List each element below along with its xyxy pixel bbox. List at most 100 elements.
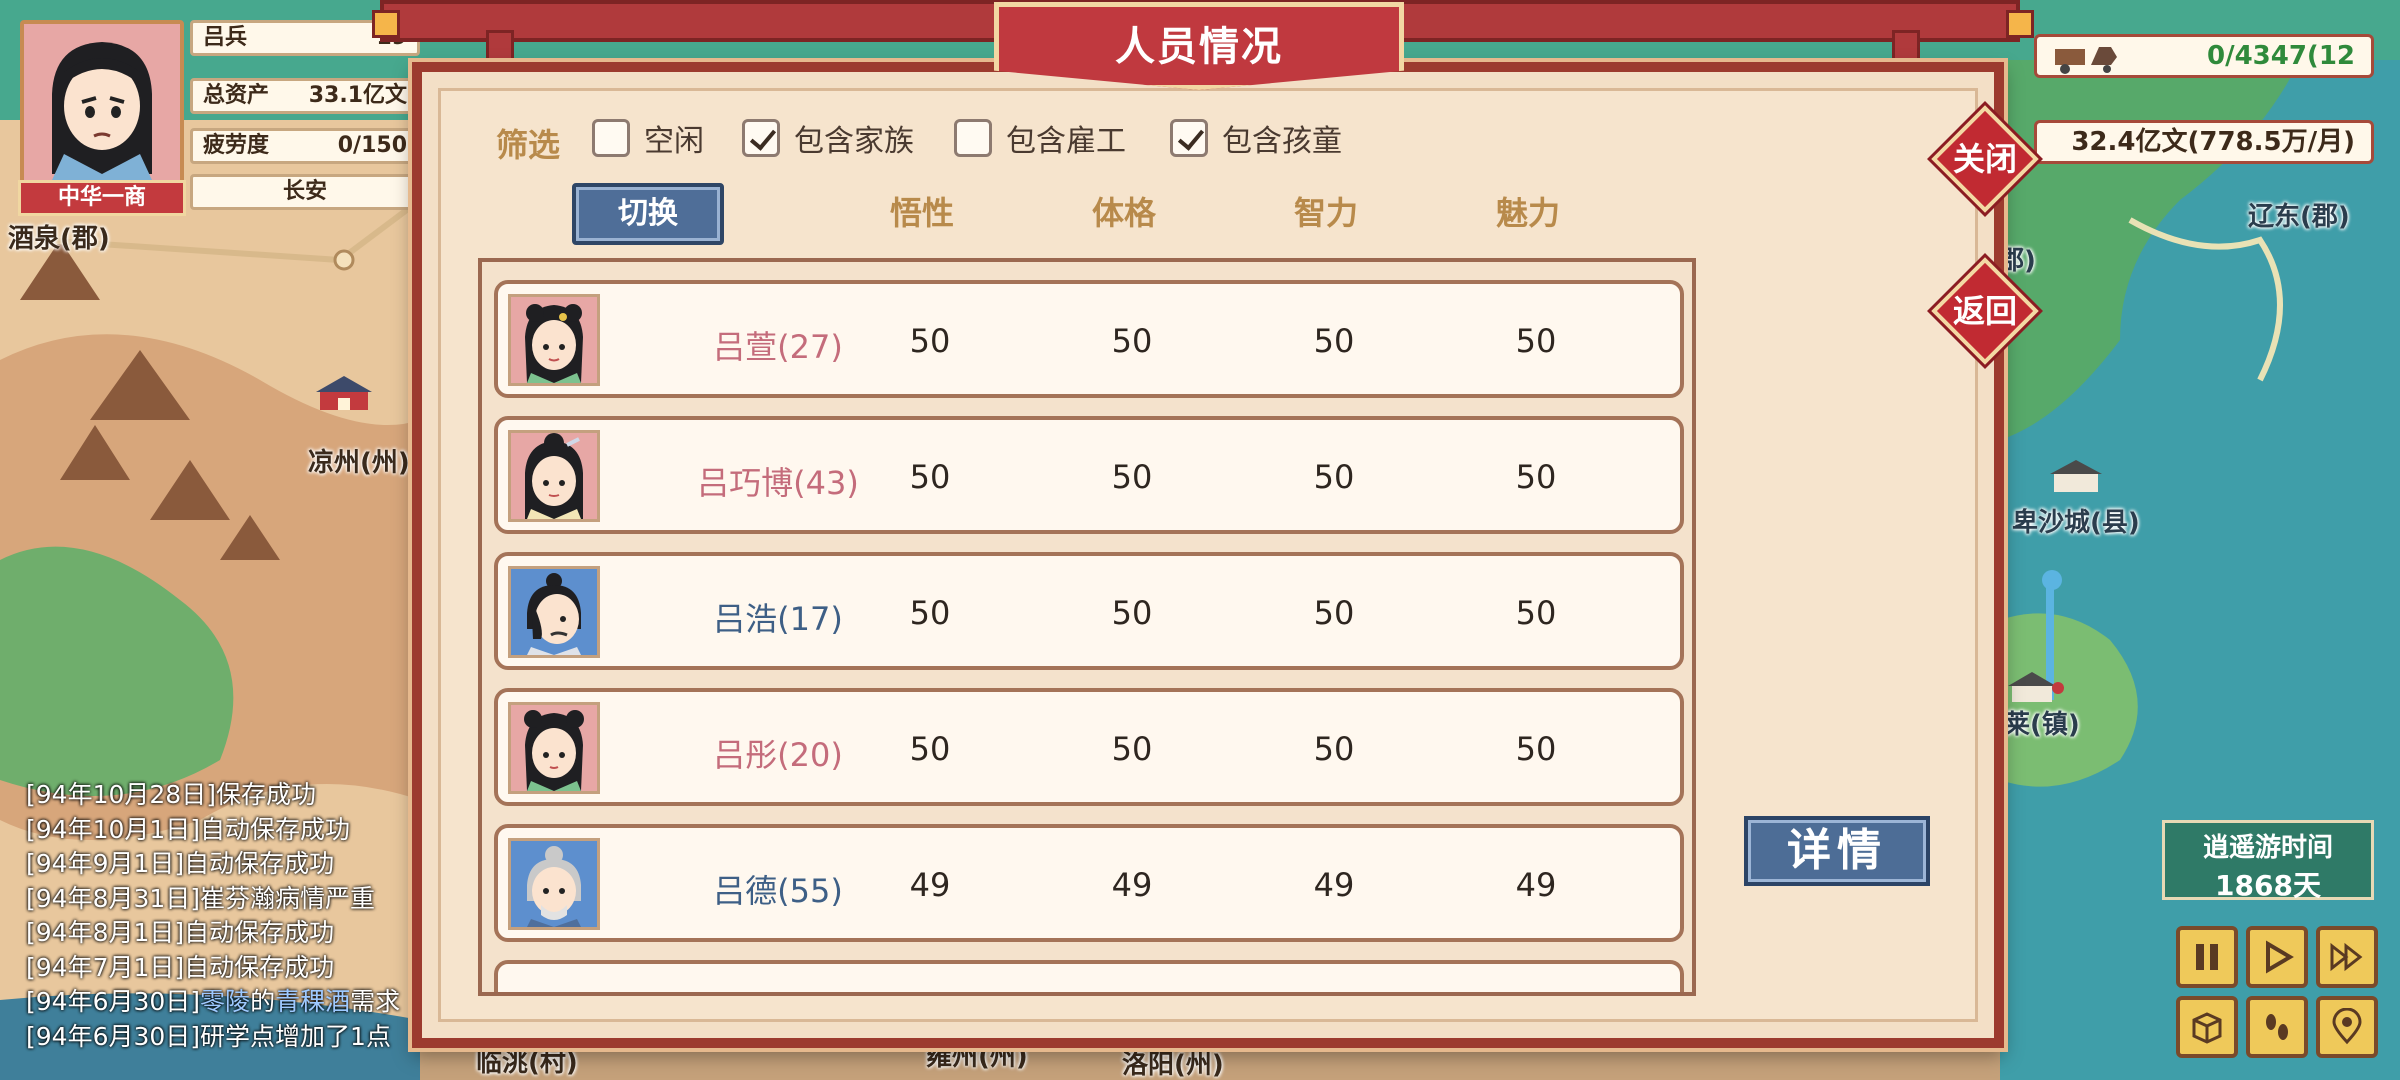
log-place-link[interactable]: 零陵 [200,987,250,1016]
stat-wuxing: 50 [909,322,951,360]
checkbox-box[interactable] [954,119,992,157]
filter-label-text: 包含孩童 [1222,124,1342,159]
personnel-name: 吕浩(17) [713,600,843,638]
filter-label: 筛选 [496,126,561,164]
fatigue-value: 0/150 [337,133,407,158]
stat-wuxing: 49 [909,866,951,904]
column-header-zhili[interactable]: 智力 [1266,188,1386,234]
cargo-capacity: 0/4347(12 [2034,34,2374,78]
cart-icon [2055,47,2117,74]
stat-wuxing: 50 [909,458,951,496]
stat-zhili: 50 [1313,458,1355,496]
cargo-box-button[interactable] [2176,996,2238,1058]
title-bar-cap [372,10,400,38]
travel-time-box: 逍遥游时间 1868天 [2162,820,2374,902]
stat-wuxing: 50 [909,730,951,768]
stat-zhili: 50 [1313,322,1355,360]
female-avatar-icon [508,702,600,794]
back-button[interactable]: 返回 [1930,256,2040,366]
personnel-row[interactable]: 吕巧博(43) 50 50 50 50 [494,416,1684,534]
log-entry: [94年8月31日]崔芬瀚病情严重 [26,883,376,913]
money-display: 32.4亿文(778.5万/月) [2034,120,2374,164]
personnel-row-partial[interactable] [494,960,1684,992]
stat-tige: 50 [1111,458,1153,496]
elder-avatar-icon [508,838,600,930]
log-entry: [94年7月1日]自动保存成功 [26,952,335,982]
checkbox-box-checked[interactable] [1170,119,1208,157]
map-label-jiuquan[interactable]: 酒泉(郡) [8,218,110,255]
back-button-label: 返回 [1952,292,2017,330]
log-entry: [94年6月30日]零陵的青稞酒需求 [26,987,401,1016]
stat-tige: 49 [1111,866,1153,904]
stat-tige: 50 [1111,322,1153,360]
play-icon [2266,940,2294,974]
filter-label-text: 包含雇工 [1006,124,1126,159]
play-button[interactable] [2246,926,2308,988]
travel-time-label: 逍遥游时间 [2202,833,2333,863]
log-entry: [94年6月30日]研学点增加了1点 [26,1021,391,1051]
checkbox-box[interactable] [592,119,630,157]
city-building-icon[interactable] [2046,454,2106,494]
pause-button[interactable] [2176,926,2238,988]
map-label-luoyang[interactable]: 洛阳(州) [1122,1044,1224,1080]
personnel-name: 吕萱(27) [713,328,843,366]
panel-title: 人员情况 [1115,24,1283,70]
stat-meili: 50 [1515,730,1557,768]
city-building-icon[interactable] [314,372,374,412]
player-city[interactable]: 长安 [190,174,420,210]
stat-meili: 50 [1515,594,1557,632]
player-name: 吕兵 [203,25,248,50]
personnel-row[interactable]: 吕彤(20) 50 50 50 50 [494,688,1684,806]
player-portrait[interactable] [20,20,184,184]
column-header-tige[interactable]: 体格 [1064,188,1184,234]
filter-employees-checkbox[interactable]: 包含雇工 [954,118,1126,159]
personnel-list[interactable]: 吕萱(27) 50 50 50 50 吕巧博(43) 50 50 50 50 吕… [478,258,1696,996]
checkbox-box-checked[interactable] [742,119,780,157]
stat-zhili: 49 [1313,866,1355,904]
personnel-row[interactable]: 吕浩(17) 50 50 50 50 [494,552,1684,670]
city-building-icon[interactable] [2004,664,2064,704]
filter-idle-checkbox[interactable]: 空闲 [592,118,704,159]
detail-button[interactable]: 详情 [1744,816,1930,886]
travel-button[interactable] [2246,996,2308,1058]
stat-meili: 50 [1515,458,1557,496]
log-entry: [94年9月1日]自动保存成功 [26,849,335,878]
total-assets-label: 总资产 [203,83,270,108]
stat-zhili: 50 [1313,594,1355,632]
event-log: [94年10月28日]保存成功 [94年10月1日]自动保存成功 [94年9月1… [26,778,416,1054]
female-avatar-icon [508,430,600,522]
map-label-liangzhou[interactable]: 凉州(州) [308,442,410,479]
map-label-liaodong[interactable]: 辽东(郡) [2248,196,2350,233]
total-assets-box: 总资产 33.1亿文 [190,78,420,114]
map-label-lai[interactable]: 莱(镇) [2004,704,2080,741]
close-button[interactable]: 关闭 [1930,104,2040,214]
log-goods-link[interactable]: 青稞酒 [275,987,350,1016]
filter-children-checkbox[interactable]: 包含孩童 [1170,118,1342,159]
fatigue-label: 疲劳度 [203,133,270,158]
column-header-meili[interactable]: 魅力 [1468,188,1588,234]
total-assets-value: 33.1亿文 [308,83,407,108]
male-avatar-icon [508,566,600,658]
switch-button[interactable]: 切换 [572,183,724,245]
location-button[interactable] [2316,996,2378,1058]
personnel-row[interactable]: 吕德(55) 49 49 49 49 [494,824,1684,942]
stat-zhili: 50 [1313,730,1355,768]
map-label-beishacheng[interactable]: 卑沙城(县) [2012,502,2140,539]
box-icon [2192,1012,2222,1044]
pause-icon [2196,944,2218,970]
filter-family-checkbox[interactable]: 包含家族 [742,118,914,159]
player-avatar-icon [24,24,180,180]
fatigue-box: 疲劳度 0/150 [190,128,420,164]
log-entry: [94年10月1日]自动保存成功 [26,814,351,844]
stat-meili: 49 [1515,866,1557,904]
stat-meili: 50 [1515,322,1557,360]
player-title-tag: 中华一商 [18,180,186,216]
fast-forward-icon [2330,942,2363,972]
personnel-row[interactable]: 吕萱(27) 50 50 50 50 [494,280,1684,398]
filter-label-text: 空闲 [644,124,704,159]
column-header-wuxing[interactable]: 悟性 [862,188,982,234]
fast-forward-button[interactable] [2316,926,2378,988]
stat-tige: 50 [1111,730,1153,768]
filter-label-text: 包含家族 [794,124,914,159]
title-bar-cap [2006,10,2034,38]
